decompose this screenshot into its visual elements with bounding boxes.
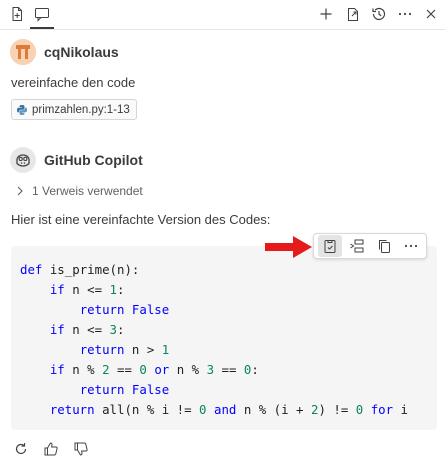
code-token: : <box>117 322 125 337</box>
code-content: def is_prime(n): if n <= 1: return False… <box>20 260 408 420</box>
code-token: all(n % i != <box>94 402 200 417</box>
code-line: if n <= 3: <box>20 320 408 340</box>
thumbs-down-icon[interactable] <box>72 440 90 458</box>
copilot-avatar <box>10 147 36 173</box>
code-token: 0 <box>139 362 147 377</box>
history-icon[interactable] <box>368 3 390 25</box>
close-icon[interactable] <box>420 3 442 25</box>
code-token: == <box>109 362 140 377</box>
avatar <box>10 39 36 65</box>
code-token: 1 <box>109 282 117 297</box>
response-actions <box>12 440 90 458</box>
plus-icon[interactable] <box>315 3 337 25</box>
code-token: return <box>79 302 125 317</box>
code-token: 3 <box>109 322 117 337</box>
references-label: 1 Verweis verwendet <box>32 184 143 198</box>
code-line: return False <box>20 300 408 320</box>
code-token: False <box>131 382 170 397</box>
copilot-icon <box>16 154 30 167</box>
code-token: n <= <box>64 282 110 297</box>
code-line: return all(n % i != 0 and n % (i + 2) !=… <box>20 400 408 420</box>
file-reference-label: primzahlen.py:1-13 <box>32 103 130 116</box>
open-in-editor-icon[interactable] <box>342 3 364 25</box>
code-token: return <box>79 382 125 397</box>
annotation-arrow-icon <box>265 236 312 258</box>
code-token: return <box>49 402 95 417</box>
code-token: and <box>213 402 237 417</box>
insert-at-cursor-icon[interactable] <box>345 235 369 257</box>
chat-icon[interactable] <box>31 3 53 25</box>
chevron-right-icon <box>16 186 24 196</box>
code-line: def is_prime(n): <box>20 260 408 280</box>
code-line: if n <= 1: <box>20 280 408 300</box>
code-token: n > <box>124 342 162 357</box>
copilot-name: GitHub Copilot <box>44 152 143 168</box>
user-message-text: vereinfache den code <box>11 75 136 90</box>
more-icon[interactable] <box>394 3 416 25</box>
code-token: : <box>117 282 125 297</box>
code-token: i <box>393 402 409 417</box>
code-token: n % <box>169 362 207 377</box>
code-token: n <= <box>64 322 110 337</box>
code-line: return False <box>20 380 408 400</box>
retry-icon[interactable] <box>12 440 30 458</box>
file-reference-chip[interactable]: primzahlen.py:1-13 <box>11 99 137 120</box>
code-block[interactable]: def is_prime(n): if n <= 1: return False… <box>11 246 437 430</box>
code-token: if <box>49 282 65 297</box>
code-token: ) != <box>318 402 356 417</box>
code-token: : <box>251 362 259 377</box>
apply-in-editor-icon[interactable] <box>317 235 342 257</box>
thumbs-up-icon[interactable] <box>42 440 60 458</box>
code-token: 0 <box>199 402 207 417</box>
code-more-icon[interactable] <box>399 235 423 257</box>
code-token: or <box>154 362 170 377</box>
code-token: == <box>214 362 244 377</box>
code-line: if n % 2 == 0 or n % 3 == 0: <box>20 360 408 380</box>
code-token: 2 <box>102 362 110 377</box>
code-token: return <box>79 342 125 357</box>
active-tab-indicator <box>30 27 54 29</box>
answer-intro: Hier ist eine vereinfachte Version des C… <box>11 212 271 227</box>
code-token: if <box>49 322 65 337</box>
username: cqNikolaus <box>44 44 119 60</box>
code-token: for <box>370 402 394 417</box>
code-token: n % (i + <box>236 402 311 417</box>
code-token: is_prime(n): <box>42 262 140 277</box>
chat-header <box>0 0 445 30</box>
code-token: if <box>49 362 65 377</box>
code-token: False <box>131 302 170 317</box>
python-icon <box>16 104 28 116</box>
code-token: n % <box>64 362 103 377</box>
new-file-icon[interactable] <box>6 3 28 25</box>
code-line: return n > 1 <box>20 340 408 360</box>
code-token: 1 <box>161 342 170 357</box>
code-block-toolbar <box>313 233 427 259</box>
references-toggle[interactable]: 1 Verweis verwendet <box>16 184 143 198</box>
code-token: def <box>20 262 43 277</box>
code-token: 3 <box>206 362 215 377</box>
copy-icon[interactable] <box>372 235 396 257</box>
